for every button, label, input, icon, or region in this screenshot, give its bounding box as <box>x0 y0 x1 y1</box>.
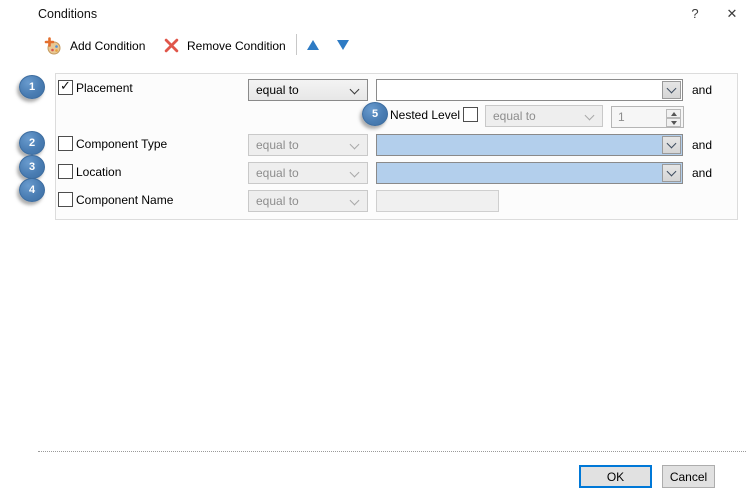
ok-button-label: OK <box>606 469 625 484</box>
and-label-1: and <box>692 83 713 97</box>
help-button[interactable]: ? <box>686 4 704 24</box>
chevron-down-icon <box>666 83 677 94</box>
component-name-operator-value: equal to <box>256 194 299 208</box>
placement-label: Placement <box>76 81 133 95</box>
nested-level-value-spinner[interactable]: 1 <box>611 106 684 128</box>
and-label-3: and <box>692 166 713 180</box>
component-name-label: Component Name <box>76 193 174 207</box>
move-up-button[interactable] <box>301 33 325 56</box>
step-badge-1: 1 <box>19 75 45 99</box>
remove-condition-icon <box>164 38 179 53</box>
location-label: Location <box>76 165 122 179</box>
chevron-down-icon <box>349 167 360 178</box>
chevron-down-icon <box>349 139 360 150</box>
component-type-operator-select[interactable]: equal to <box>248 134 368 156</box>
component-name-operator-select[interactable]: equal to <box>248 190 368 212</box>
step-badge-5: 5 <box>362 102 388 126</box>
placement-operator-value: equal to <box>256 83 299 97</box>
location-operator-value: equal to <box>256 166 299 180</box>
step-badge-4: 4 <box>19 178 45 202</box>
component-type-drop-button[interactable] <box>662 136 681 154</box>
chevron-down-icon <box>584 110 595 121</box>
nested-level-label: Nested Level <box>390 108 461 122</box>
location-operator-select[interactable]: equal to <box>248 162 368 184</box>
add-condition-button[interactable]: Add Condition <box>37 32 152 59</box>
nested-level-value: 1 <box>618 110 625 124</box>
chevron-down-icon <box>349 195 360 206</box>
remove-condition-button[interactable]: Remove Condition <box>157 32 293 59</box>
chevron-down-icon <box>349 84 360 95</box>
component-type-operator-value: equal to <box>256 138 299 152</box>
move-down-button[interactable] <box>331 33 355 56</box>
up-arrow-icon <box>307 39 319 50</box>
component-type-label: Component Type <box>76 137 168 151</box>
close-button[interactable]: ✕ <box>723 4 741 24</box>
location-drop-button[interactable] <box>662 164 681 182</box>
component-type-value-combobox[interactable] <box>376 134 683 156</box>
placement-checkbox[interactable] <box>58 78 73 95</box>
spinner-up-button[interactable] <box>666 109 681 118</box>
nested-level-operator-value: equal to <box>493 109 536 123</box>
location-checkbox[interactable] <box>58 164 73 179</box>
footer-separator <box>38 451 746 452</box>
chevron-down-icon <box>666 138 677 149</box>
placement-drop-button[interactable] <box>662 81 681 99</box>
spinner-down-button[interactable] <box>666 118 681 127</box>
component-name-checkbox[interactable] <box>58 192 73 207</box>
step-badge-3: 3 <box>19 155 45 179</box>
add-condition-label: Add Condition <box>70 38 146 53</box>
step-badge-2: 2 <box>19 131 45 155</box>
chevron-down-icon <box>666 166 677 177</box>
placement-value-combobox[interactable] <box>376 79 683 101</box>
component-type-checkbox[interactable] <box>58 136 73 151</box>
ok-button[interactable]: OK <box>579 465 652 488</box>
add-condition-icon <box>44 36 61 54</box>
dialog-title: Conditions <box>38 7 98 21</box>
location-value-combobox[interactable] <box>376 162 683 184</box>
down-arrow-icon <box>337 39 349 50</box>
toolbar-separator <box>296 34 297 55</box>
nested-level-operator-select[interactable]: equal to <box>485 105 603 127</box>
cancel-button-label: Cancel <box>669 469 708 484</box>
component-name-value-input[interactable] <box>376 190 499 212</box>
spinner-up-icon <box>670 111 677 116</box>
cancel-button[interactable]: Cancel <box>662 465 715 488</box>
remove-condition-label: Remove Condition <box>187 38 286 53</box>
nested-level-checkbox[interactable] <box>463 107 478 122</box>
spinner-down-icon <box>670 120 677 125</box>
placement-operator-select[interactable]: equal to <box>248 79 368 101</box>
and-label-2: and <box>692 138 713 152</box>
